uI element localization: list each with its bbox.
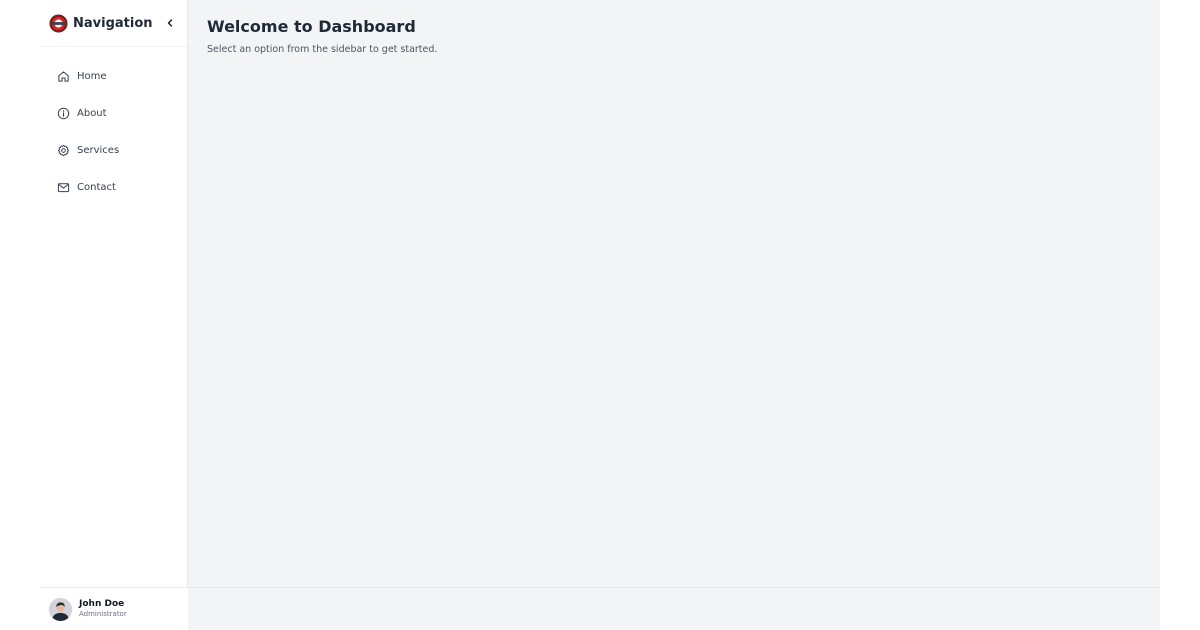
page-title: Welcome to Dashboard (207, 17, 416, 36)
user-name: John Doe (79, 598, 125, 609)
sidebar-nav: Home About Services Contact (40, 47, 187, 206)
gear-icon (57, 144, 70, 157)
sidebar-item-about[interactable]: About (40, 95, 187, 132)
info-icon (57, 107, 70, 120)
mail-icon (57, 181, 70, 194)
home-icon (57, 70, 70, 83)
user-info: John Doe Administrator (79, 598, 127, 619)
sidebar-item-services[interactable]: Services (40, 132, 187, 169)
logo-icon (49, 13, 68, 33)
sidebar-item-label: Services (77, 145, 120, 156)
page-subtitle: Select an option from the sidebar to get… (207, 44, 438, 55)
sidebar-item-label: About (77, 108, 107, 119)
main-content-area: Welcome to Dashboard Select an option fr… (188, 0, 1160, 630)
main-footer (188, 587, 1160, 630)
app-frame: Navigation Home About Services Contact J… (40, 0, 1160, 630)
sidebar: Navigation Home About Services Contact J… (40, 0, 188, 630)
sidebar-brand-title: Navigation (73, 15, 153, 31)
user-role: Administrator (79, 609, 127, 618)
sidebar-header: Navigation (40, 0, 187, 47)
avatar (49, 597, 72, 621)
sidebar-item-home[interactable]: Home (40, 58, 187, 95)
sidebar-item-contact[interactable]: Contact (40, 169, 187, 206)
chevron-left-icon (165, 16, 175, 31)
sidebar-item-label: Contact (77, 182, 116, 193)
sidebar-item-label: Home (77, 71, 107, 82)
user-profile[interactable]: John Doe Administrator (40, 587, 188, 630)
main-content: Welcome to Dashboard Select an option fr… (188, 0, 1160, 72)
collapse-sidebar-button[interactable] (162, 15, 178, 31)
